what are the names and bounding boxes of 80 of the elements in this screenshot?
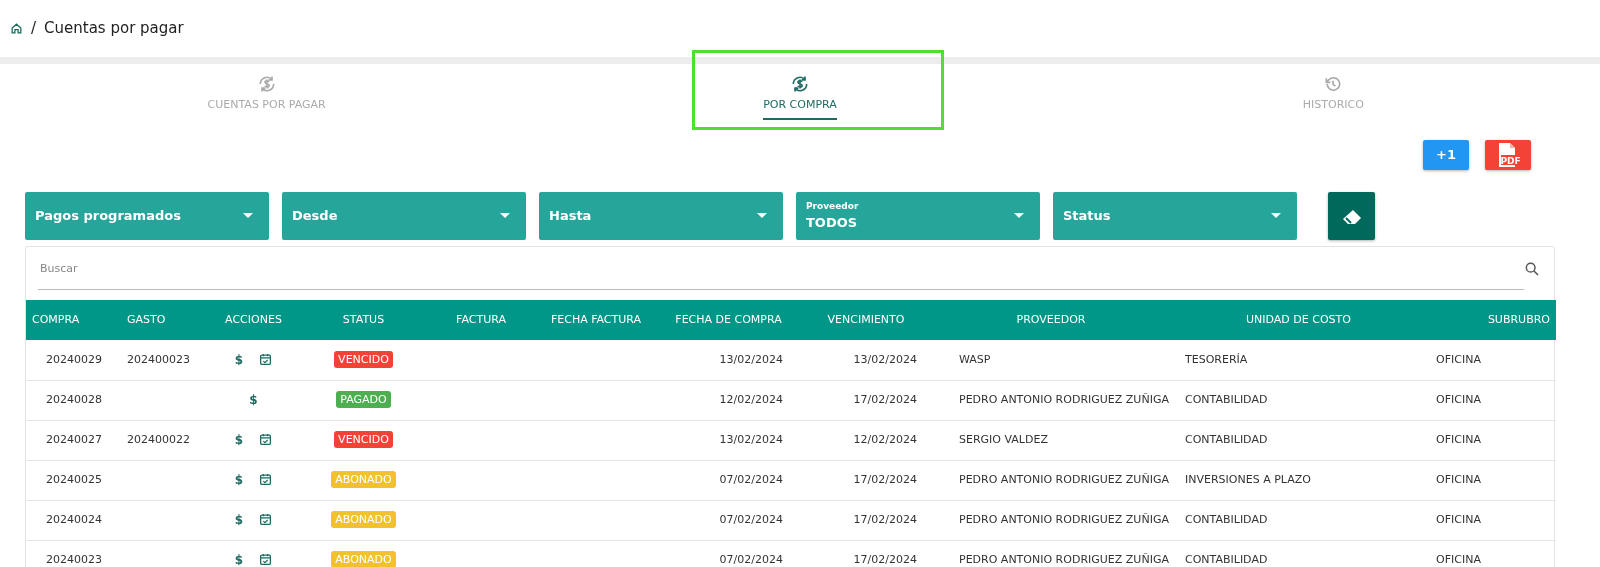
calendar-check-icon[interactable] (259, 473, 273, 487)
table-cell: WASP (959, 352, 991, 366)
purchase-link[interactable]: 20240027 (46, 432, 102, 446)
pay-button[interactable]: $ (234, 550, 244, 567)
page-title: Cuentas por pagar (44, 18, 184, 40)
column-header: VENCIMIENTO (801, 300, 931, 340)
table-cell: OFICINA (1436, 552, 1481, 566)
column-header: PROVEEDOR (931, 300, 1171, 340)
pdf-button[interactable]: PDF (1485, 140, 1531, 170)
cost-unit-link[interactable]: CONTABILIDAD (1185, 512, 1268, 526)
pay-button[interactable]: $ (234, 430, 244, 449)
caret-icon (757, 213, 767, 219)
table-cell: 202400023 (127, 352, 190, 366)
table-cell: OFICINA (1436, 432, 1481, 446)
calendar-check-icon[interactable] (259, 553, 273, 567)
table-cell: OFICINA (1436, 512, 1481, 526)
table-cell: 17/02/2024 (853, 552, 917, 566)
table-cell: 07/02/2024 (719, 552, 783, 566)
table-cell: OFICINA (1436, 472, 1481, 486)
dollar-cycle-icon (790, 74, 810, 95)
table-cell: 17/02/2024 (853, 472, 917, 486)
breadcrumb-separator: / (31, 18, 37, 40)
column-header: FECHA DE COMPRA (656, 300, 801, 340)
eraser-icon (1341, 208, 1362, 225)
status-badge: ABONADO (331, 470, 396, 488)
calendar-check-icon[interactable] (259, 353, 273, 366)
table-cell: SERGIO VALDEZ (959, 432, 1048, 446)
clear-filters-button[interactable] (1328, 192, 1375, 240)
table-cell: OFICINA (1436, 392, 1481, 406)
calendar-check-icon[interactable] (259, 513, 273, 527)
status-badge: VENCIDO (334, 430, 393, 448)
column-header: FACTURA (426, 300, 536, 340)
cost-unit-link[interactable]: CONTABILIDAD (1185, 432, 1268, 446)
tab[interactable]: POR COMPRA (533, 64, 1067, 130)
table-cell: 17/02/2024 (853, 392, 917, 406)
table-cell: 12/02/2024 (853, 432, 917, 446)
table-cell: PEDRO ANTONIO RODRIGUEZ ZUÑIGA (959, 552, 1169, 566)
purchase-link[interactable]: 20240025 (46, 472, 102, 486)
column-header: FECHA FACTURA (536, 300, 656, 340)
caret-icon (243, 213, 253, 219)
cost-unit-link[interactable]: TESORERÍA (1185, 352, 1248, 366)
table-cell: 07/02/2024 (719, 472, 783, 486)
status-badge: ABONADO (331, 550, 396, 567)
column-header: GASTO (121, 300, 206, 340)
home-icon[interactable] (10, 22, 23, 35)
cost-unit-link[interactable]: CONTABILIDAD (1185, 392, 1268, 406)
pay-button[interactable]: $ (234, 510, 244, 529)
purchase-link[interactable]: 20240029 (46, 352, 102, 366)
table-cell: 13/02/2024 (853, 352, 917, 366)
status-badge: PAGADO (336, 390, 391, 408)
column-header: SUBRUBRO (1426, 300, 1556, 340)
pay-button[interactable]: $ (234, 470, 244, 489)
column-header: COMPRA (26, 300, 121, 340)
table-cell: 12/02/2024 (719, 392, 783, 406)
caret-icon (1271, 213, 1281, 219)
table-cell: 13/02/2024 (719, 432, 783, 446)
purchase-link[interactable]: 20240023 (46, 552, 102, 566)
pay-button[interactable]: $ (249, 390, 258, 409)
status-badge: VENCIDO (334, 350, 393, 368)
table-cell: PEDRO ANTONIO RODRIGUEZ ZUÑIGA (959, 392, 1169, 406)
column-header: UNIDAD DE COSTO (1171, 300, 1426, 340)
purchase-link[interactable]: 20240028 (46, 392, 102, 406)
purchase-link[interactable]: 20240024 (46, 512, 102, 526)
cost-unit-link[interactable]: INVERSIONES A PLAZO (1185, 472, 1311, 486)
table-cell: 202400022 (127, 432, 190, 446)
table-cell: PEDRO ANTONIO RODRIGUEZ ZUÑIGA (959, 512, 1169, 526)
column-header: ACCIONES (206, 300, 301, 340)
table-cell: PEDRO ANTONIO RODRIGUEZ ZUÑIGA (959, 472, 1169, 486)
caret-icon (1014, 213, 1024, 219)
cost-unit-link[interactable]: CONTABILIDAD (1185, 552, 1268, 566)
table-cell: 07/02/2024 (719, 512, 783, 526)
search-icon[interactable] (1524, 260, 1540, 277)
table-cell: OFICINA (1436, 352, 1481, 366)
table-cell: 13/02/2024 (719, 352, 783, 366)
calendar-check-icon[interactable] (259, 433, 273, 447)
column-header: STATUS (301, 300, 426, 340)
table-cell: 17/02/2024 (853, 512, 917, 526)
caret-icon (500, 213, 510, 219)
pay-button[interactable]: $ (234, 350, 244, 369)
status-badge: ABONADO (331, 510, 396, 528)
